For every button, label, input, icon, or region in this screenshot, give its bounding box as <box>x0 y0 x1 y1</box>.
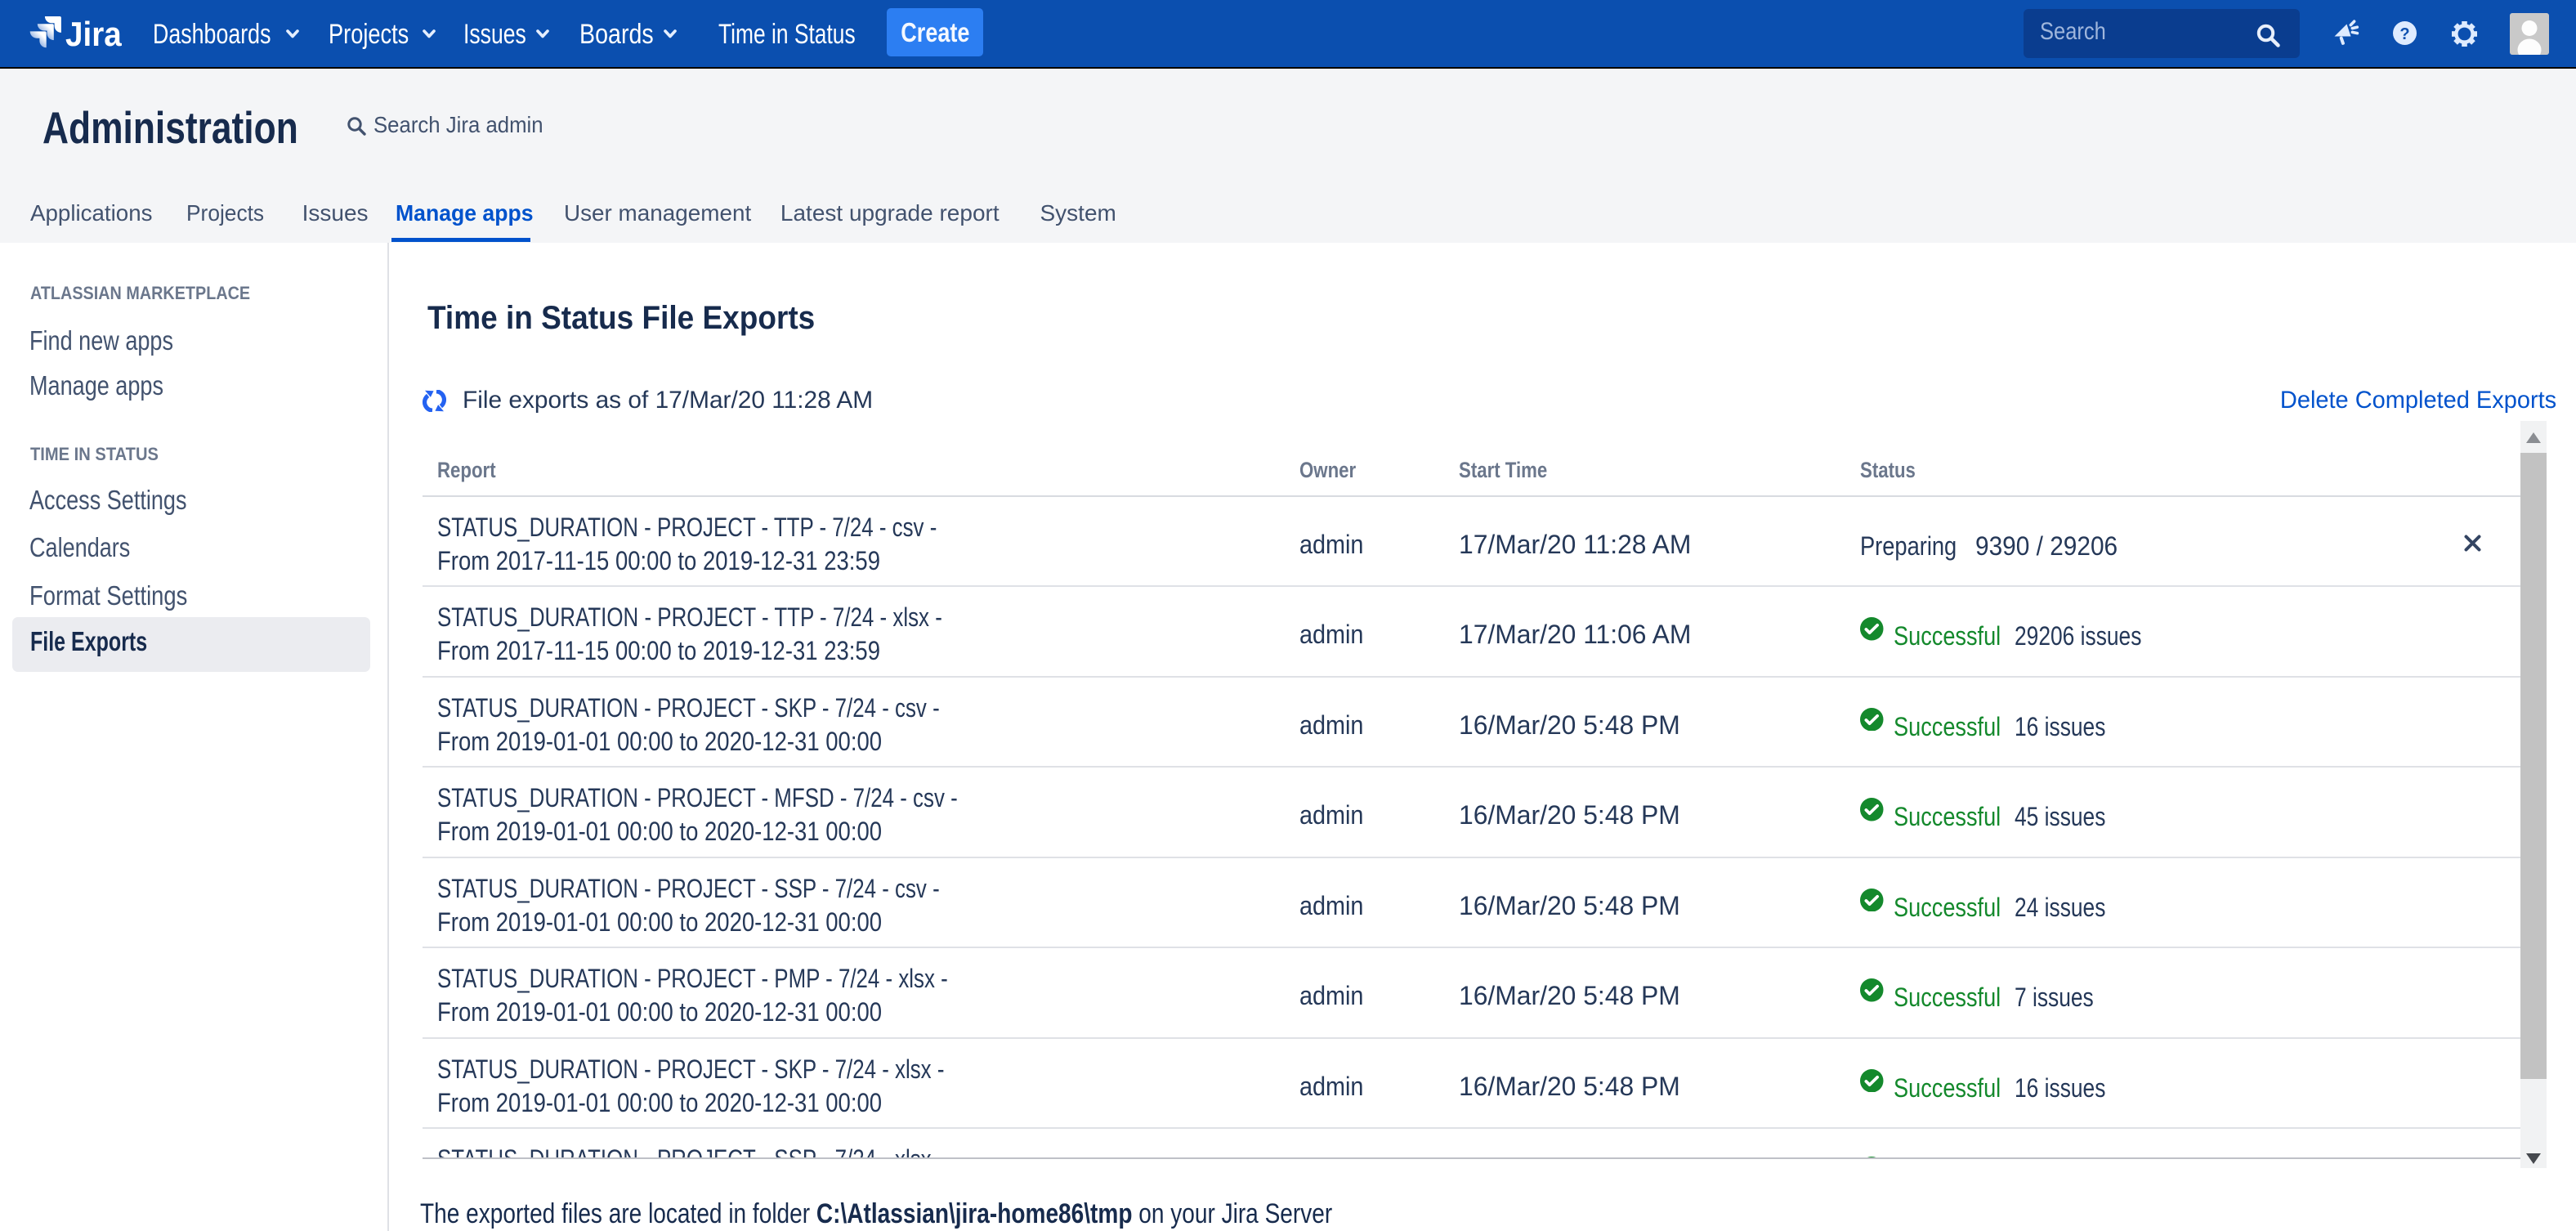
svg-text:?: ? <box>2399 25 2409 43</box>
